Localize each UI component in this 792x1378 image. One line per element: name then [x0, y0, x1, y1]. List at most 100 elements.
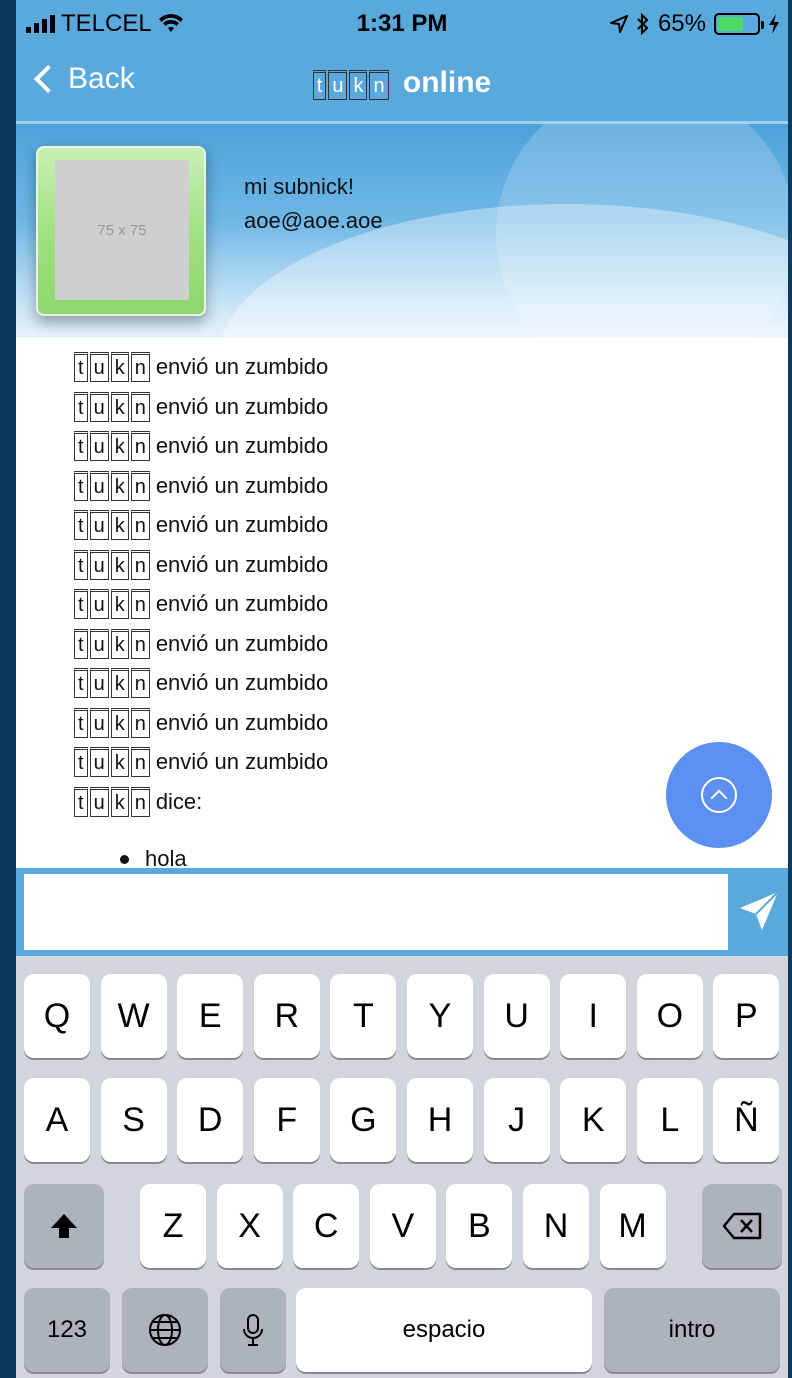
- brand-letter: n: [130, 391, 150, 422]
- microphone-key[interactable]: [220, 1288, 286, 1372]
- message-line: t u k n envió un zumbido: [74, 664, 328, 702]
- brand-logo: tukn: [74, 549, 150, 580]
- message-text: envió un zumbido: [155, 433, 329, 458]
- battery-icon: [714, 13, 764, 35]
- brand-logo: tukn: [74, 628, 150, 659]
- brand-letter: t: [74, 510, 88, 540]
- profile-subnick: mi subnick!: [244, 174, 355, 199]
- key[interactable]: B: [446, 1184, 513, 1268]
- brand-letter: u: [328, 70, 348, 100]
- avatar-placeholder: 75 x 75: [55, 160, 189, 300]
- chevron-up-icon: [701, 777, 737, 813]
- key[interactable]: U: [483, 974, 550, 1058]
- message-text: envió un zumbido: [155, 591, 329, 616]
- brand-logo: tukn: [74, 431, 150, 461]
- key[interactable]: E: [177, 974, 244, 1058]
- message-input[interactable]: [24, 874, 728, 950]
- microphone-icon: [243, 1314, 263, 1346]
- key[interactable]: S: [100, 1078, 167, 1162]
- brand-letter: n: [130, 747, 150, 777]
- brand-letter: n: [130, 470, 150, 501]
- status-right: 65%: [609, 10, 780, 38]
- message-text: envió un zumbido: [155, 670, 329, 695]
- key[interactable]: J: [483, 1078, 550, 1162]
- brand-logo: tukn: [74, 707, 150, 738]
- key[interactable]: T: [330, 974, 397, 1058]
- send-icon[interactable]: [734, 886, 784, 936]
- globe-key[interactable]: [122, 1288, 208, 1372]
- brand-letter: k: [110, 549, 129, 580]
- brand-letter: t: [74, 628, 88, 659]
- message-line: t u k n envió un zumbido: [74, 743, 328, 781]
- key[interactable]: A: [24, 1078, 90, 1162]
- device-frame-right: [788, 0, 792, 1378]
- brand-letter: n: [130, 589, 150, 619]
- brand-letter: k: [110, 589, 129, 619]
- brand-letter: t: [74, 470, 88, 501]
- key[interactable]: O: [636, 974, 703, 1058]
- profile-banner: 75 x 75 mi subnick! aoe@aoe.aoe: [16, 124, 788, 338]
- key[interactable]: C: [293, 1184, 360, 1268]
- key[interactable]: Q: [24, 974, 90, 1058]
- key[interactable]: M: [599, 1184, 666, 1268]
- navigation-bar: Back tukn online: [16, 46, 788, 122]
- status-bar: TELCEL 1:31 PM 65%: [16, 0, 788, 46]
- message-text: envió un zumbido: [155, 630, 329, 656]
- message-line: t u k n envió un zumbido: [74, 585, 328, 623]
- key[interactable]: P: [713, 974, 780, 1058]
- message-line: t u k n envió un zumbido: [74, 506, 328, 544]
- key[interactable]: W: [100, 974, 167, 1058]
- brand-letter: u: [89, 470, 109, 501]
- brand-logo: tukn: [74, 589, 150, 619]
- brand-letter: u: [89, 747, 109, 777]
- message-text: envió un zumbido: [155, 393, 329, 419]
- space-key[interactable]: espacio: [296, 1288, 592, 1372]
- key[interactable]: I: [560, 974, 627, 1058]
- numbers-key[interactable]: 123: [24, 1288, 110, 1372]
- key[interactable]: X: [216, 1184, 283, 1268]
- key[interactable]: Z: [140, 1184, 206, 1268]
- key[interactable]: N: [523, 1184, 589, 1268]
- brand-letter: n: [130, 786, 150, 817]
- avatar[interactable]: 75 x 75: [36, 146, 206, 316]
- brand-letter: k: [110, 391, 129, 422]
- delete-key[interactable]: [702, 1184, 782, 1268]
- bullet-icon: [120, 854, 129, 864]
- battery-percent: 65%: [657, 10, 706, 37]
- brand-letter: t: [74, 391, 88, 422]
- brand-letter: t: [74, 707, 88, 738]
- device-frame-left: [0, 0, 16, 1378]
- key[interactable]: F: [253, 1078, 320, 1162]
- key[interactable]: H: [407, 1078, 473, 1162]
- brand-letter: u: [89, 391, 109, 422]
- key[interactable]: R: [253, 974, 320, 1058]
- chat-screen: TELCEL 1:31 PM 65% Back t u k n online 7…: [16, 0, 788, 1378]
- key[interactable]: Ñ: [713, 1078, 780, 1162]
- brand-letter: t: [74, 352, 88, 382]
- brand-letter: u: [89, 352, 109, 382]
- message-line: t u k n envió un zumbido: [74, 704, 328, 742]
- key[interactable]: G: [330, 1078, 397, 1162]
- brand-letter: k: [110, 470, 129, 501]
- brand-letter: k: [110, 707, 129, 738]
- keyboard: 123 espacio intro QWERTYUIOP ASDFGHJKLÑ ZX…: [16, 956, 788, 1378]
- brand-letter: n: [130, 352, 150, 382]
- brand-letter: u: [89, 549, 109, 580]
- scroll-top-button[interactable]: [666, 742, 772, 848]
- brand-logo: tukn: [74, 391, 150, 422]
- brand-letter: u: [89, 589, 109, 619]
- return-key[interactable]: intro: [604, 1288, 780, 1372]
- shift-key[interactable]: [24, 1184, 104, 1268]
- profile-email: aoe@aoe.aoe: [244, 208, 383, 233]
- brand-letter: t: [74, 747, 88, 777]
- key[interactable]: L: [636, 1078, 703, 1162]
- key[interactable]: D: [177, 1078, 244, 1162]
- key[interactable]: Y: [407, 974, 473, 1058]
- shift-icon: [51, 1214, 77, 1238]
- brand-logo: tukn: [74, 786, 150, 817]
- message-line: t u k n dice:: [74, 783, 202, 821]
- key[interactable]: V: [369, 1184, 436, 1268]
- brand-letter: n: [130, 549, 150, 580]
- brand-letter: k: [110, 510, 129, 540]
- key[interactable]: K: [560, 1078, 627, 1162]
